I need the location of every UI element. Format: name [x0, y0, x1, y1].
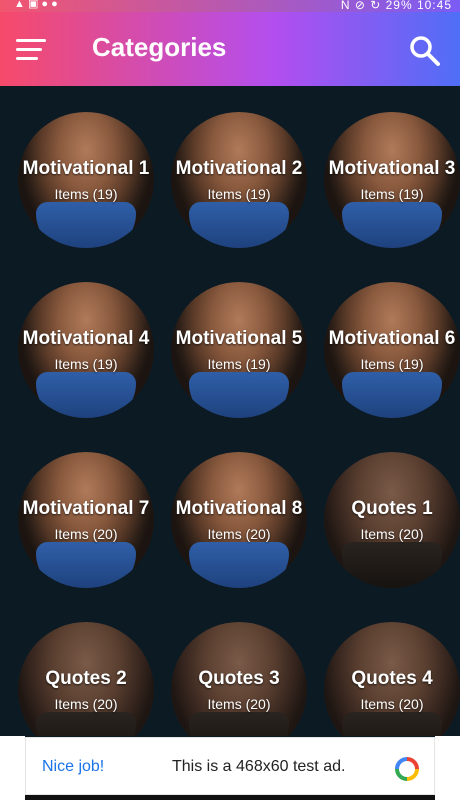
category-name: Motivational 2	[175, 158, 303, 179]
category-name: Motivational 8	[175, 498, 303, 519]
notification-icons: ▲ ▣ ● ●	[14, 0, 58, 10]
category-count: Items (20)	[54, 696, 118, 712]
category-count: Items (20)	[207, 526, 271, 542]
app-bar: Categories	[0, 12, 460, 86]
category-count: Items (20)	[360, 526, 424, 542]
category-name: Motivational 6	[328, 328, 456, 349]
category-count: Items (19)	[360, 186, 424, 202]
search-icon[interactable]	[408, 34, 442, 68]
ad-banner[interactable]: Nice job! This is a 468x60 test ad.	[25, 737, 435, 795]
category-count: Items (19)	[54, 186, 118, 202]
category-item[interactable]: Motivational 8 Items (20)	[171, 452, 307, 588]
menu-icon[interactable]	[16, 39, 46, 61]
category-item[interactable]: Quotes 4 Items (20)	[324, 622, 460, 736]
category-name: Quotes 4	[351, 668, 433, 689]
category-count: Items (19)	[54, 356, 118, 372]
category-count: Items (19)	[207, 356, 271, 372]
category-item[interactable]: Quotes 1 Items (20)	[324, 452, 460, 588]
category-item[interactable]: Motivational 6 Items (19)	[324, 282, 460, 418]
category-item[interactable]: Motivational 5 Items (19)	[171, 282, 307, 418]
status-indicators: N ⊘ ↻ 29% 10:45	[340, 0, 452, 12]
category-name: Motivational 5	[175, 328, 303, 349]
category-count: Items (20)	[360, 696, 424, 712]
ad-headline: Nice job!	[42, 758, 105, 775]
category-item[interactable]: Quotes 2 Items (20)	[18, 622, 154, 736]
category-name: Motivational 4	[22, 328, 150, 349]
category-grid: Motivational 1 Items (19) Motivational 2…	[0, 86, 460, 736]
category-item[interactable]: Motivational 4 Items (19)	[18, 282, 154, 418]
category-item[interactable]: Motivational 1 Items (19)	[18, 112, 154, 248]
category-item[interactable]: Quotes 3 Items (20)	[171, 622, 307, 736]
category-item[interactable]: Motivational 2 Items (19)	[171, 112, 307, 248]
category-count: Items (19)	[360, 356, 424, 372]
category-name: Motivational 7	[22, 498, 150, 519]
category-name: Quotes 3	[198, 668, 280, 689]
category-item[interactable]: Motivational 7 Items (20)	[18, 452, 154, 588]
page-title: Categories	[92, 32, 227, 62]
category-name: Motivational 3	[328, 158, 456, 179]
category-name: Quotes 1	[351, 498, 433, 519]
category-count: Items (20)	[54, 526, 118, 542]
nav-bar-strip	[25, 795, 435, 800]
category-name: Quotes 2	[45, 668, 127, 689]
category-count: Items (19)	[207, 186, 271, 202]
category-name: Motivational 1	[22, 158, 150, 179]
category-item[interactable]: Motivational 3 Items (19)	[324, 112, 460, 248]
category-count: Items (20)	[207, 696, 271, 712]
ad-margin-right	[435, 736, 460, 800]
ad-text: This is a 468x60 test ad.	[172, 758, 346, 775]
status-bar: ▲ ▣ ● ● N ⊘ ↻ 29% 10:45	[0, 0, 460, 12]
ad-margin-left	[0, 736, 25, 800]
ad-choices-icon[interactable]	[394, 756, 420, 782]
